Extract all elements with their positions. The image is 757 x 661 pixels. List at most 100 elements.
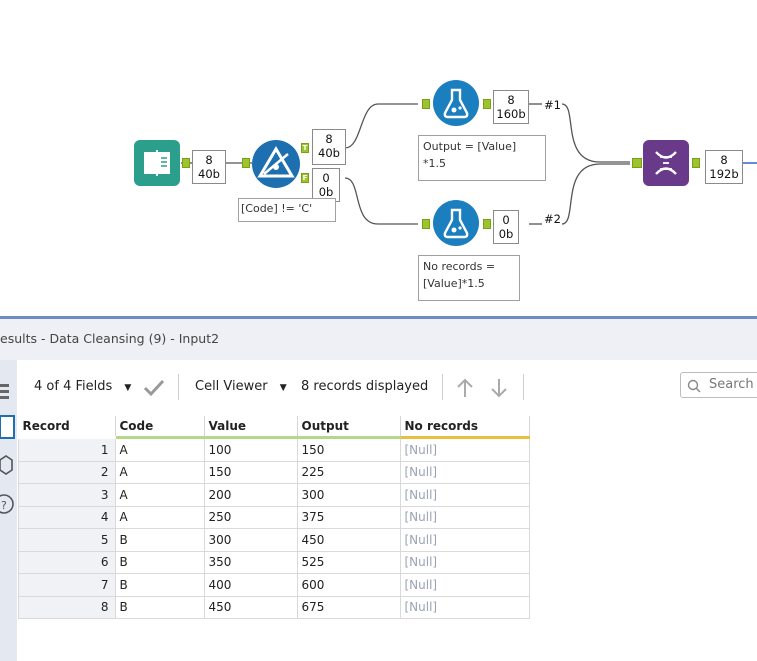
arrow-up-icon[interactable] bbox=[455, 377, 475, 399]
record-number-cell[interactable]: 6 bbox=[18, 550, 116, 574]
formula-tool-1[interactable] bbox=[433, 80, 479, 126]
sidebar-icons: ? bbox=[0, 384, 15, 514]
table-cell[interactable]: A bbox=[114, 437, 205, 462]
table-cell[interactable]: [Null] bbox=[399, 505, 530, 529]
filter-false-anchor[interactable]: F bbox=[301, 173, 309, 183]
results-table: Record Code Value Output No records 1 A 100 150… bbox=[18, 416, 530, 619]
table-cell[interactable]: 450 bbox=[203, 595, 298, 619]
table-cell[interactable]: B bbox=[114, 528, 205, 552]
data-view-icon[interactable] bbox=[0, 415, 15, 439]
table-cell[interactable]: 300 bbox=[203, 528, 298, 552]
workflow-canvas[interactable]: 8 40b T F 8 40b 0 0b [Code] != 'C' 8 160… bbox=[0, 0, 757, 316]
table-cell[interactable]: 525 bbox=[296, 550, 401, 574]
table-cell[interactable]: 600 bbox=[296, 573, 401, 597]
table-row[interactable]: 2 A 150 225 [Null] bbox=[18, 460, 530, 484]
table-row[interactable]: 8 B 450 675 [Null] bbox=[18, 595, 530, 619]
record-number-cell[interactable]: 8 bbox=[18, 595, 116, 619]
checkmark-icon[interactable] bbox=[143, 378, 165, 398]
record-count: 0 bbox=[322, 171, 330, 185]
formula1-output-anchor[interactable] bbox=[483, 99, 491, 109]
table-cell[interactable]: 250 bbox=[203, 505, 298, 529]
divider bbox=[523, 374, 524, 400]
table-cell[interactable]: [Null] bbox=[399, 460, 530, 484]
table-cell[interactable]: 300 bbox=[296, 483, 401, 507]
chevron-down-icon: ▼ bbox=[279, 383, 287, 393]
table-cell[interactable]: 150 bbox=[203, 460, 298, 484]
cell-viewer-selector[interactable]: Cell Viewer ▼ bbox=[195, 379, 287, 394]
record-count: 8 bbox=[205, 153, 213, 167]
table-cell[interactable]: A bbox=[114, 460, 205, 484]
svg-text:?: ? bbox=[1, 499, 7, 512]
table-cell[interactable]: 200 bbox=[203, 483, 298, 507]
record-number-cell[interactable]: 2 bbox=[18, 460, 116, 484]
table-body: 1 A 100 150 [Null] 2 A 150 225 [Null] 3 A 200 300 [Nul… bbox=[18, 437, 530, 619]
input-output-anchor[interactable] bbox=[182, 158, 190, 168]
results-title: esults - Data Cleansing (9) - Input2 bbox=[0, 331, 220, 346]
filter-true-count-box: 8 40b bbox=[312, 129, 346, 165]
input-data-tool[interactable] bbox=[134, 140, 180, 186]
table-cell[interactable]: [Null] bbox=[399, 483, 530, 507]
record-number-cell[interactable]: 1 bbox=[18, 437, 116, 462]
column-header[interactable]: No records bbox=[400, 416, 530, 439]
table-cell[interactable]: A bbox=[114, 483, 205, 507]
union-input-anchor[interactable] bbox=[632, 158, 642, 168]
table-cell[interactable]: [Null] bbox=[399, 595, 530, 619]
metadata-view-icon[interactable] bbox=[0, 455, 13, 475]
table-cell[interactable]: 225 bbox=[296, 460, 401, 484]
filter-icon bbox=[257, 146, 295, 178]
table-row[interactable]: 5 B 300 450 [Null] bbox=[18, 528, 530, 552]
table-row[interactable]: 1 A 100 150 [Null] bbox=[18, 437, 530, 462]
table-cell[interactable]: B bbox=[114, 573, 205, 597]
filter-tool[interactable] bbox=[252, 140, 300, 188]
table-row[interactable]: 6 B 350 525 [Null] bbox=[18, 550, 530, 574]
fields-selector[interactable]: 4 of 4 Fields ▼ bbox=[34, 379, 131, 394]
data-size: 0b bbox=[498, 227, 514, 241]
record-number-cell[interactable]: 5 bbox=[18, 528, 116, 552]
data-size: 40b bbox=[318, 146, 340, 160]
search-placeholder: Search bbox=[709, 377, 754, 392]
table-cell[interactable]: A bbox=[114, 505, 205, 529]
table-cell[interactable]: 675 bbox=[296, 595, 401, 619]
column-header[interactable]: Value bbox=[204, 416, 298, 439]
table-cell[interactable]: 450 bbox=[296, 528, 401, 552]
formula2-input-anchor[interactable] bbox=[422, 219, 430, 229]
table-cell[interactable]: 100 bbox=[203, 437, 298, 462]
formula1-input-anchor[interactable] bbox=[422, 99, 430, 109]
data-size: 40b bbox=[198, 167, 220, 181]
list-view-icon[interactable] bbox=[0, 384, 9, 399]
record-number-cell[interactable]: 3 bbox=[18, 483, 116, 507]
chevron-down-icon: ▼ bbox=[124, 383, 132, 393]
data-size: 0b bbox=[318, 185, 334, 199]
column-header[interactable]: Output bbox=[297, 416, 401, 439]
formula2-output-anchor[interactable] bbox=[483, 219, 491, 229]
table-row[interactable]: 3 A 200 300 [Null] bbox=[18, 483, 530, 507]
table-cell[interactable]: B bbox=[114, 595, 205, 619]
table-cell[interactable]: [Null] bbox=[399, 437, 530, 462]
formula-tool-2[interactable] bbox=[433, 200, 479, 246]
arrow-down-icon[interactable] bbox=[489, 377, 509, 399]
record-number-cell[interactable]: 4 bbox=[18, 505, 116, 529]
union-output-anchor[interactable] bbox=[692, 158, 700, 168]
column-header[interactable]: Record bbox=[18, 416, 116, 439]
help-icon[interactable]: ? bbox=[0, 494, 14, 514]
filter-false-count-box: 0 0b bbox=[312, 168, 340, 202]
table-cell[interactable]: 375 bbox=[296, 505, 401, 529]
table-cell[interactable]: B bbox=[114, 550, 205, 574]
record-count: 0 bbox=[502, 213, 510, 227]
filter-true-anchor[interactable]: T bbox=[301, 143, 309, 153]
table-cell[interactable]: [Null] bbox=[399, 550, 530, 574]
union-tool[interactable] bbox=[643, 140, 689, 186]
column-header[interactable]: Code bbox=[115, 416, 205, 439]
table-cell[interactable]: [Null] bbox=[399, 528, 530, 552]
table-row[interactable]: 7 B 400 600 [Null] bbox=[18, 573, 530, 597]
table-cell[interactable]: 150 bbox=[296, 437, 401, 462]
table-cell[interactable]: 400 bbox=[203, 573, 298, 597]
table-cell[interactable]: 350 bbox=[203, 550, 298, 574]
table-cell[interactable]: [Null] bbox=[399, 573, 530, 597]
results-header: esults - Data Cleansing (9) - Input2 bbox=[0, 316, 757, 360]
table-row[interactable]: 4 A 250 375 [Null] bbox=[18, 505, 530, 529]
filter-input-anchor[interactable] bbox=[242, 158, 250, 168]
record-number-cell[interactable]: 7 bbox=[18, 573, 116, 597]
formula1-annotation: Output = [Value] *1.5 bbox=[418, 135, 546, 181]
search-input[interactable]: Search bbox=[680, 372, 757, 398]
